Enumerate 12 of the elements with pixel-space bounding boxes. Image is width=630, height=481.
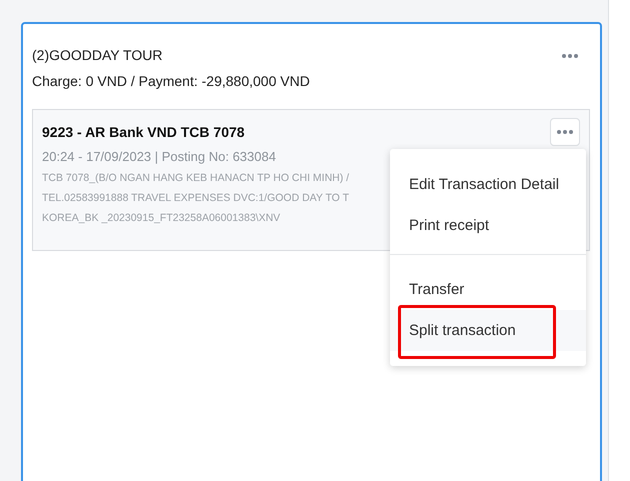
description-line: TCB 7078_(B/O NGAN HANG KEB HANACN TP HO CHI MINH) / xyxy=(42,172,350,184)
transaction-title: 9223 - AR Bank VND TCB 7078 xyxy=(42,124,245,140)
more-button[interactable] xyxy=(550,118,580,146)
menu-item[interactable]: Transfer xyxy=(390,269,586,310)
description-line: TEL.02583991888 TRAVEL EXPENSES DVC:1/GOOD DAY TO T xyxy=(42,192,350,204)
menu-item[interactable]: Print receipt xyxy=(390,205,586,246)
group-title: (2)GOODDAY TOUR xyxy=(32,47,164,63)
group-summary: Charge: 0 VND / Payment: -29,880,000 VND xyxy=(32,73,310,89)
menu-item[interactable]: Split transaction xyxy=(390,310,586,351)
description-line: KOREA_BK _20230915_FT23258A06001383\XNV xyxy=(42,212,282,224)
menu-item[interactable]: Edit Transaction Detail xyxy=(390,164,586,205)
transaction-meta: 20:24 - 17/09/2023 | Posting No: 633084 xyxy=(42,149,277,164)
